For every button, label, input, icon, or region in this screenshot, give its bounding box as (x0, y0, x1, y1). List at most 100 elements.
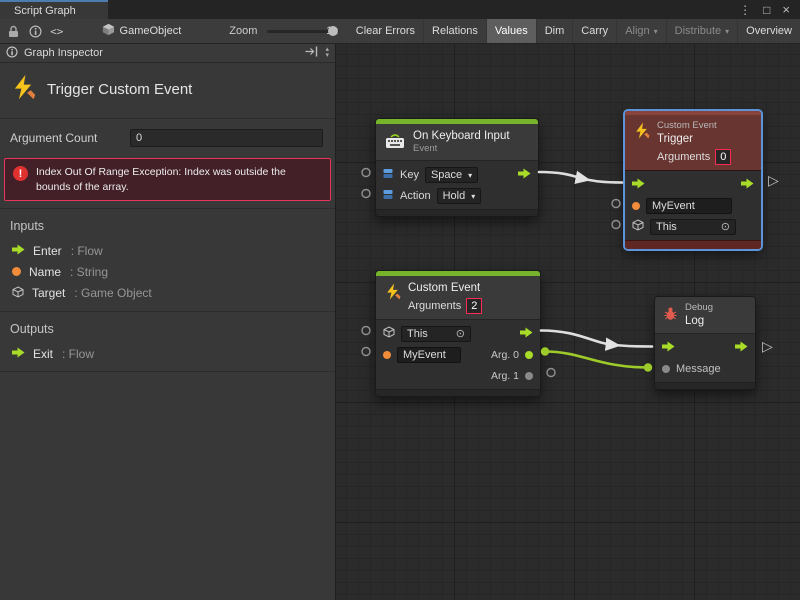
wire-customevent-to-debug[interactable] (541, 331, 652, 347)
zoom-slider[interactable] (267, 19, 316, 44)
toolbar-buttons: Clear Errors Relations Values Dim Carry … (348, 19, 800, 44)
node-body: This ⊙ Arg. 0 Arg. 1 (376, 320, 540, 389)
flow-arrow-icon (12, 347, 25, 361)
arg0-port[interactable] (525, 351, 533, 359)
object-picker-icon[interactable]: ⊙ (721, 220, 730, 233)
node-category: Custom Event (657, 120, 731, 132)
play-icon[interactable]: ▷ (762, 339, 773, 353)
flow-out-port[interactable] (520, 327, 533, 341)
node-subtitle: Event (413, 143, 510, 155)
zoom-label: Zoom (229, 25, 257, 37)
action-port-circle[interactable] (362, 190, 370, 198)
dock-icon[interactable] (305, 46, 318, 60)
arguments-count-badge[interactable]: 0 (715, 149, 731, 165)
dim-button[interactable]: Dim (536, 19, 573, 44)
message-label: Message (676, 363, 721, 375)
align-label: Align (625, 25, 649, 37)
argument-count-input[interactable] (130, 129, 323, 147)
event-name-input[interactable] (397, 347, 461, 363)
target-row: This ⊙ (376, 323, 540, 344)
relations-button[interactable]: Relations (423, 19, 486, 44)
arg1-port-circle[interactable] (547, 369, 555, 377)
arguments-count-badge[interactable]: 2 (466, 298, 482, 314)
target-object-field[interactable]: This ⊙ (401, 326, 471, 342)
action-label: Action (400, 190, 431, 202)
node-header: Custom Event Trigger Arguments 0 (625, 115, 761, 171)
dim-label: Dim (545, 25, 565, 37)
trigger-name-port-circle[interactable] (612, 200, 620, 208)
window-controls: ⋮ □ × (739, 0, 800, 19)
values-button[interactable]: Values (486, 19, 536, 44)
gameobject-port-icon (383, 326, 395, 341)
trigger-target-port-circle[interactable] (612, 221, 620, 229)
custom-event-bolt-icon (384, 283, 401, 303)
arguments-label: Arguments (657, 151, 710, 163)
clear-errors-label: Clear Errors (356, 25, 415, 37)
panel-scroll-spinner[interactable]: ▴ ▾ (325, 47, 329, 59)
key-port-circle[interactable] (362, 169, 370, 177)
flow-arrow-icon (12, 244, 25, 258)
tab-bar: Script Graph ⋮ □ × (0, 0, 800, 19)
input-type: : Flow (71, 244, 103, 258)
node-trigger-custom-event[interactable]: Custom Event Trigger Arguments 0 (624, 110, 762, 250)
action-dropdown[interactable]: Hold ▾ (437, 188, 482, 204)
chevron-down-icon: ▾ (471, 193, 475, 201)
clear-errors-button[interactable]: Clear Errors (348, 19, 423, 44)
node-on-keyboard-input[interactable]: On Keyboard Input Event Key Space ▾ (375, 118, 539, 217)
custom-event-bolt-icon (633, 122, 650, 142)
arg0-wire-dot[interactable] (541, 347, 549, 355)
node-footer (655, 382, 755, 389)
arguments-label: Arguments (408, 300, 461, 312)
graph-canvas[interactable]: On Keyboard Input Event Key Space ▾ (336, 44, 800, 600)
unity-window: Script Graph ⋮ □ × <> GameObject Zoom 1x (0, 0, 800, 600)
this-port-circle[interactable] (362, 327, 370, 335)
lock-icon[interactable] (8, 19, 19, 44)
arg0-label: Arg. 0 (491, 349, 519, 361)
object-picker-icon[interactable]: ⊙ (456, 327, 465, 340)
node-title: Log (685, 314, 713, 328)
key-value: Space (431, 169, 462, 181)
unit-title: Trigger Custom Event (47, 81, 192, 98)
close-icon[interactable]: × (782, 3, 790, 16)
gameobject-selector[interactable]: GameObject (102, 23, 182, 39)
flow-in-port[interactable] (632, 178, 645, 192)
myevent-port-circle[interactable] (362, 348, 370, 356)
wire-keyboard-to-trigger[interactable] (539, 172, 622, 183)
node-header: Debug Log (655, 297, 755, 334)
chevron-down-icon: ▾ (725, 28, 729, 36)
carry-button[interactable]: Carry (572, 19, 616, 44)
code-view-icon[interactable]: <> (50, 19, 64, 44)
menu-icon[interactable]: ⋮ (739, 4, 751, 16)
flow-row (625, 174, 761, 195)
wire-arg0-to-message[interactable] (545, 352, 648, 368)
scroll-down-icon[interactable]: ▾ (325, 53, 329, 59)
key-dropdown[interactable]: Space ▾ (425, 167, 478, 183)
overview-button[interactable]: Overview (737, 19, 800, 44)
maximize-icon[interactable]: □ (763, 4, 770, 16)
align-button[interactable]: Align▾ (616, 19, 665, 44)
node-title: On Keyboard Input (413, 129, 510, 143)
node-custom-event[interactable]: Custom Event Arguments 2 This ⊙ (375, 270, 541, 397)
flow-out-port[interactable] (518, 168, 531, 182)
flow-in-port[interactable] (662, 341, 675, 355)
target-object-field[interactable]: This ⊙ (650, 219, 736, 235)
graph-toolbar: <> GameObject Zoom 1x Clear Errors Relat… (0, 19, 800, 44)
message-wire-dot[interactable] (644, 363, 652, 371)
chevron-down-icon: ▾ (468, 172, 472, 180)
flow-out-port[interactable] (735, 341, 748, 355)
node-debug-log[interactable]: Debug Log Message (654, 296, 756, 390)
target-value: This (407, 328, 428, 340)
distribute-label: Distribute (675, 25, 721, 37)
inspect-icon[interactable] (29, 19, 42, 44)
flow-row (655, 337, 755, 358)
event-name-input[interactable] (646, 198, 732, 214)
arg1-port[interactable] (525, 372, 533, 380)
distribute-button[interactable]: Distribute ▾ (666, 19, 737, 44)
play-icon[interactable]: ▷ (768, 173, 779, 187)
flow-out-port[interactable] (741, 178, 754, 192)
node-category: Debug (685, 302, 713, 314)
tab-script-graph[interactable]: Script Graph (0, 0, 108, 19)
zoom-slider-thumb[interactable] (328, 26, 338, 36)
message-port-icon (662, 365, 670, 373)
input-name: Name (29, 265, 61, 279)
